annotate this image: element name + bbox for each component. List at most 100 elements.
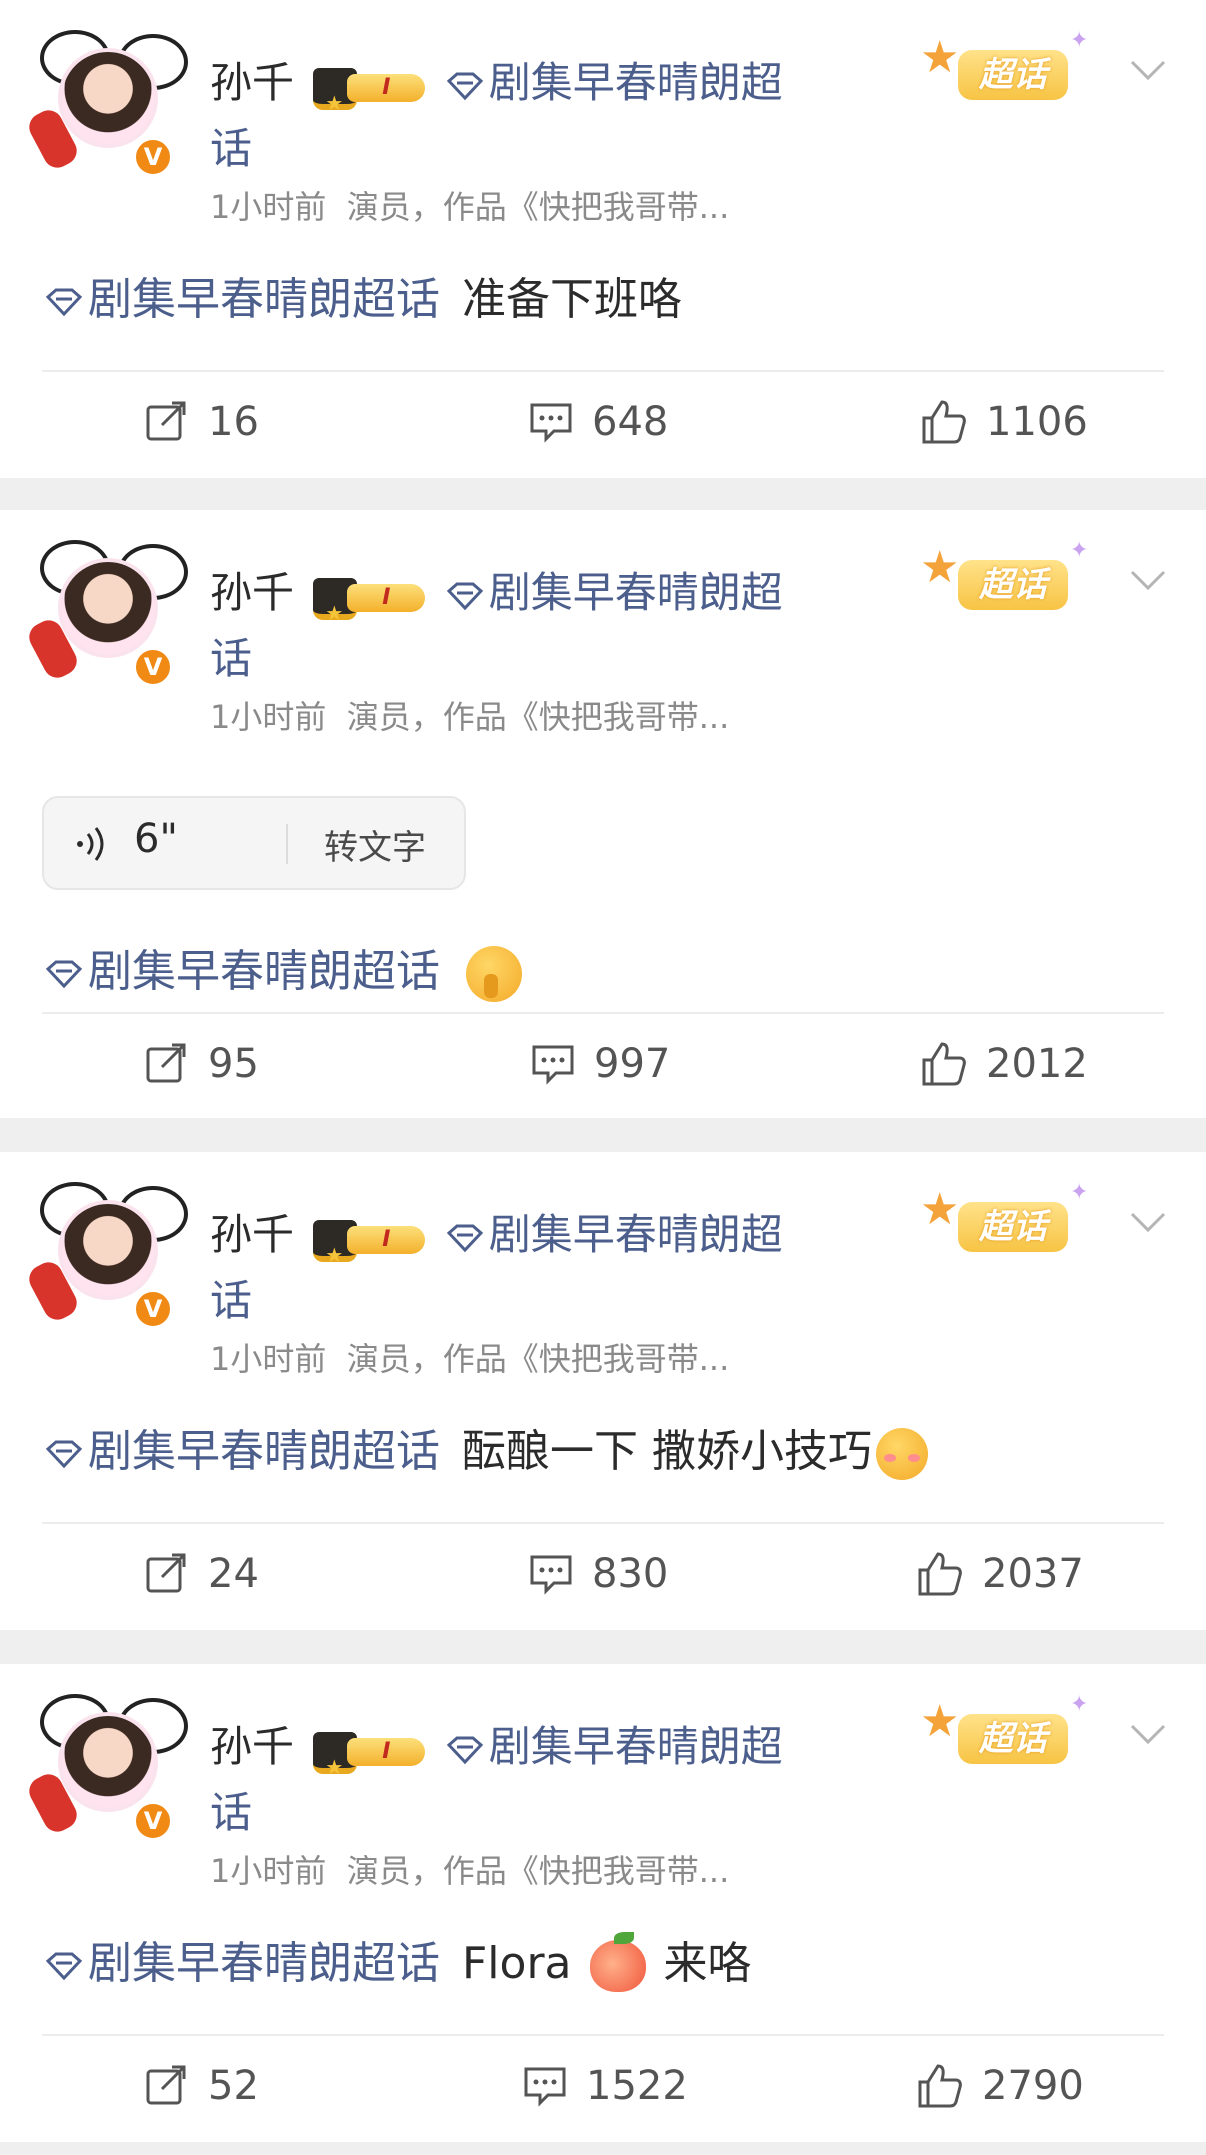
like-button[interactable]: 2037	[916, 1534, 1084, 1614]
content-topic-link[interactable]: 剧集早春晴朗超话	[44, 1426, 440, 1477]
author-line: 孙千 I 剧集早春晴朗超话	[210, 50, 810, 182]
post-card[interactable]: V 孙千 I 剧集早春晴朗超话 1小时前 演员，作品《快把我哥带... ★ 超话…	[0, 1664, 1206, 2142]
post-text-suffix: 来咯	[663, 1938, 752, 1989]
post-card[interactable]: V 孙千 I 剧集早春晴朗超话 1小时前 演员，作品《快把我哥带... ★ 超话…	[0, 0, 1206, 478]
supertopic-badge[interactable]: ★ 超话 ✦	[920, 1180, 1090, 1276]
diamond-topic-icon	[446, 1224, 483, 1252]
repost-button[interactable]: 16	[144, 382, 259, 462]
divider	[42, 1012, 1164, 1014]
content-topic-name: 剧集早春晴朗超话	[88, 274, 440, 325]
repost-button[interactable]: 52	[144, 2046, 259, 2126]
post-meta: 1小时前 演员，作品《快把我哥带...	[210, 1846, 729, 1892]
star-icon: ★	[920, 32, 960, 83]
supertopic-link[interactable]: 剧集早春晴朗超话	[210, 58, 783, 173]
diamond-topic-icon	[45, 1440, 83, 1469]
chevron-down-icon[interactable]	[1128, 1720, 1168, 1750]
like-count: 2012	[986, 1041, 1088, 1087]
like-button[interactable]: 1106	[920, 382, 1088, 462]
chevron-down-icon[interactable]	[1128, 1208, 1168, 1238]
content-topic-link[interactable]: 剧集早春晴朗超话	[44, 1938, 440, 1989]
supertopic-link[interactable]: 剧集早春晴朗超话	[210, 1722, 783, 1837]
content-topic-link[interactable]: 剧集早春晴朗超话	[44, 946, 440, 997]
avatar[interactable]: V	[24, 1172, 188, 1330]
comment-icon	[524, 2067, 566, 2107]
comment-count: 648	[592, 399, 669, 445]
supertopic-badge-label: 超话	[958, 1202, 1068, 1252]
peach-emoji	[589, 1932, 646, 1992]
vip-crown-icon[interactable]: I	[313, 576, 426, 646]
post-text: Flora	[462, 1938, 572, 1989]
author-name[interactable]: 孙千	[210, 1722, 294, 1771]
repost-count: 24	[208, 1551, 259, 1597]
avatar[interactable]: V	[24, 20, 188, 178]
like-button[interactable]: 2012	[920, 1024, 1088, 1104]
comment-button[interactable]: 830	[528, 1534, 668, 1614]
post-meta: 1小时前 演员，作品《快把我哥带...	[210, 692, 729, 738]
author-name[interactable]: 孙千	[210, 568, 294, 617]
author-line: 孙千 I 剧集早春晴朗超话	[210, 1714, 810, 1846]
post-card[interactable]: V 孙千 I 剧集早春晴朗超话 1小时前 演员，作品《快把我哥带... ★ 超话…	[0, 1152, 1206, 1630]
diamond-topic-icon	[45, 288, 83, 317]
vip-level: I	[347, 1225, 426, 1254]
verified-badge-icon: V	[132, 646, 174, 688]
post-card[interactable]: V 孙千 I 剧集早春晴朗超话 1小时前 演员，作品《快把我哥带... ★ 超话…	[0, 510, 1206, 1118]
post-meta: 1小时前 演员，作品《快把我哥带...	[210, 182, 729, 228]
sparkle-icon: ✦	[1070, 1692, 1089, 1717]
post-actions: 16 648 1106	[0, 382, 1206, 462]
post-text: 酝酿一下 撒娇小技巧	[462, 1426, 872, 1477]
post-actions: 24 830 2037	[0, 1534, 1206, 1614]
convert-to-text-button[interactable]: 转文字	[324, 820, 426, 869]
repost-button[interactable]: 95	[144, 1024, 259, 1104]
comment-button[interactable]: 1522	[522, 2046, 688, 2126]
author-bio: 演员，作品《快把我哥带...	[346, 1852, 730, 1890]
vip-crown-icon[interactable]: I	[313, 1218, 426, 1288]
sparkle-icon: ✦	[1070, 28, 1089, 53]
diamond-topic-icon	[45, 960, 83, 989]
supertopic-badge[interactable]: ★ 超话 ✦	[920, 538, 1090, 634]
vip-level: I	[347, 73, 426, 102]
voice-message[interactable]: 6" 转文字	[42, 796, 466, 890]
post-actions: 52 1522 2790	[0, 2046, 1206, 2126]
comment-button[interactable]: 648	[528, 382, 668, 462]
comment-button[interactable]: 997	[530, 1024, 670, 1104]
supertopic-badge[interactable]: ★ 超话 ✦	[920, 1692, 1090, 1788]
chevron-down-icon[interactable]	[1128, 566, 1168, 596]
vip-crown-icon[interactable]: I	[313, 66, 426, 136]
repost-icon	[146, 1043, 186, 1083]
avatar[interactable]: V	[24, 1684, 188, 1842]
shushing-face-emoji	[466, 946, 522, 1002]
divider	[286, 824, 288, 864]
blushing-face-emoji	[876, 1428, 928, 1480]
sparkle-icon: ✦	[1070, 538, 1089, 563]
repost-icon	[146, 401, 186, 441]
avatar-photo	[58, 1200, 158, 1300]
author-name[interactable]: 孙千	[210, 1210, 294, 1259]
supertopic-name: 剧集早春晴朗超话	[210, 568, 783, 683]
vip-crown-icon[interactable]: I	[313, 1730, 426, 1800]
author-name[interactable]: 孙千	[210, 58, 294, 107]
post-content[interactable]: 剧集早春晴朗超话 准备下班咯	[44, 270, 682, 330]
post-text: 准备下班咯	[462, 274, 682, 325]
author-line: 孙千 I 剧集早春晴朗超话	[210, 1202, 810, 1334]
post-time: 1小时前	[210, 1852, 327, 1890]
post-content[interactable]: 剧集早春晴朗超话	[44, 942, 522, 1002]
author-bio: 演员，作品《快把我哥带...	[346, 188, 730, 226]
repost-button[interactable]: 24	[144, 1534, 259, 1614]
supertopic-link[interactable]: 剧集早春晴朗超话	[210, 568, 783, 683]
star-icon: ★	[920, 1184, 960, 1235]
supertopic-link[interactable]: 剧集早春晴朗超话	[210, 1210, 783, 1325]
like-button[interactable]: 2790	[916, 2046, 1084, 2126]
comment-icon	[530, 1555, 572, 1595]
avatar[interactable]: V	[24, 530, 188, 688]
diamond-topic-icon	[446, 582, 483, 610]
post-content[interactable]: 剧集早春晴朗超话 Flora 来咯	[44, 1932, 752, 1994]
supertopic-badge-label: 超话	[958, 50, 1068, 100]
supertopic-badge[interactable]: ★ 超话 ✦	[920, 28, 1090, 124]
chevron-down-icon[interactable]	[1128, 56, 1168, 86]
post-content[interactable]: 剧集早春晴朗超话 酝酿一下 撒娇小技巧	[44, 1422, 928, 1482]
comment-icon	[532, 1045, 574, 1085]
like-count: 2037	[982, 1551, 1084, 1597]
content-topic-link[interactable]: 剧集早春晴朗超话	[44, 274, 440, 325]
sparkle-icon: ✦	[1070, 1180, 1089, 1205]
avatar-photo	[58, 48, 158, 148]
